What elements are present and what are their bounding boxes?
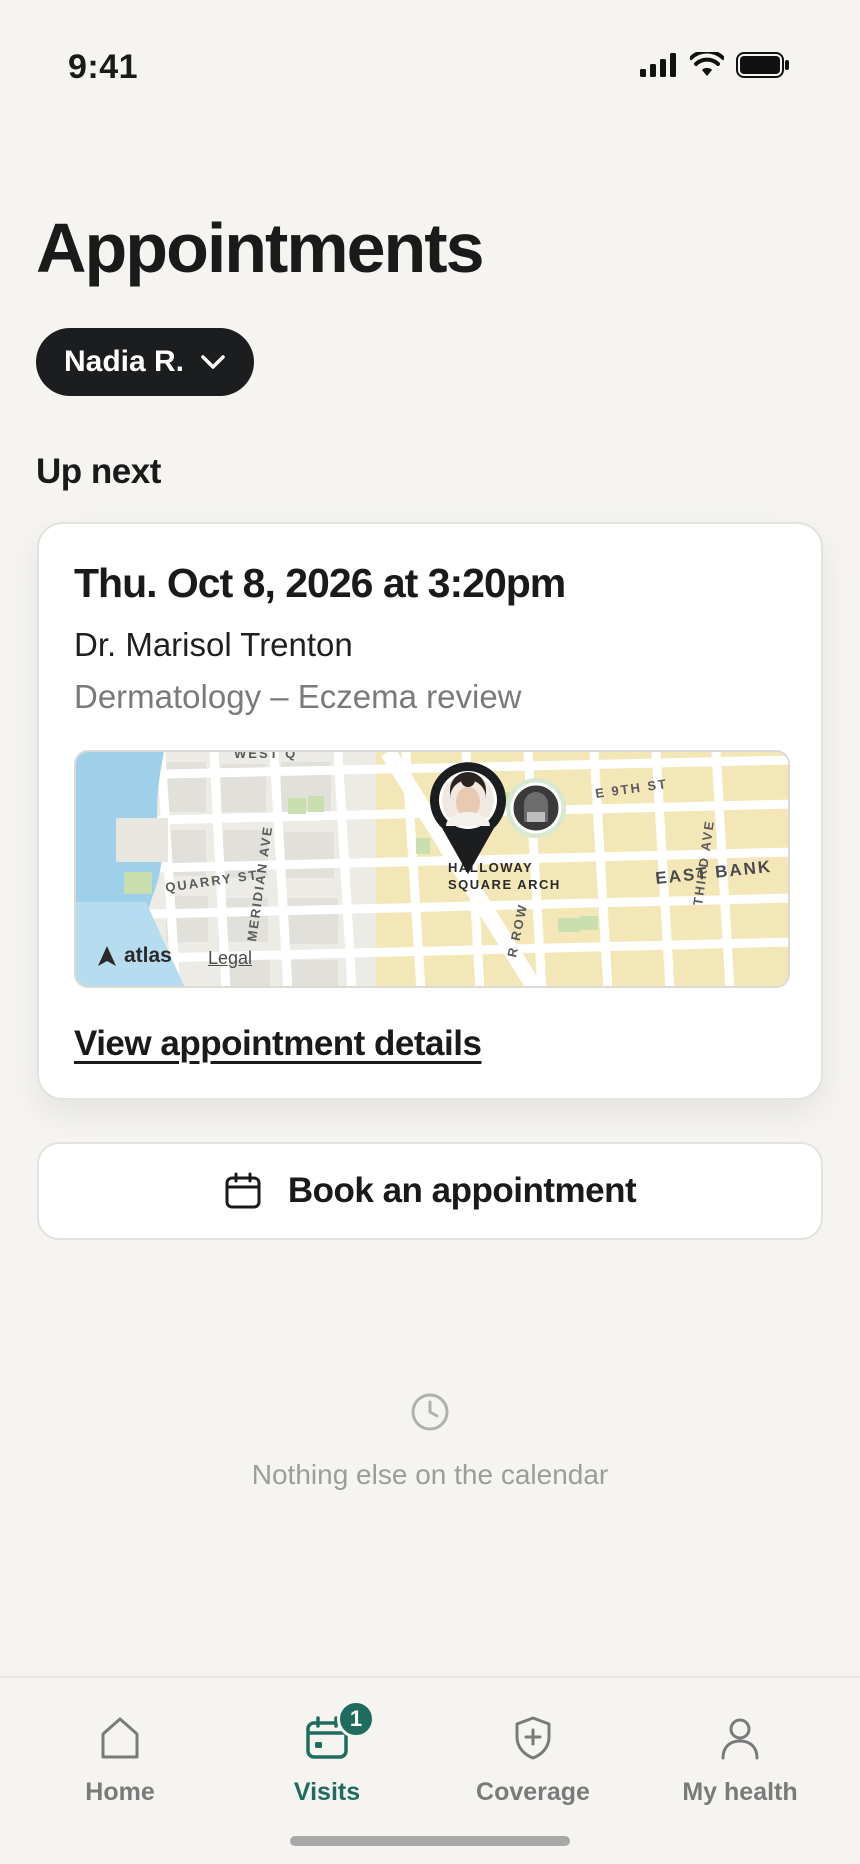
chevron-down-icon (201, 355, 225, 369)
map-provider-logo: atlas (124, 944, 172, 967)
appointment-specialty: Dermatology – Eczema review (74, 678, 522, 715)
atlas-logo-icon (98, 946, 116, 966)
book-appointment-label: Book an appointment (287, 1171, 637, 1210)
map-legal-link[interactable]: Legal (208, 948, 252, 969)
up-next-heading: Up next (36, 452, 161, 491)
appointment-date-time: Thu. Oct 8, 2026 at 3:20pm (74, 560, 566, 606)
appointment-map[interactable]: WEST Q E 9TH ST QUARRY ST MERIDIAN AVE R… (74, 750, 790, 988)
battery-icon (736, 52, 789, 78)
map-canvas: WEST Q E 9TH ST QUARRY ST MERIDIAN AVE R… (76, 752, 788, 986)
tab-my-health-label: My health (682, 1778, 798, 1806)
tab-my-health[interactable]: My health (660, 1708, 820, 1807)
empty-state: Nothing else on the calendar (0, 1392, 860, 1491)
home-icon (101, 1717, 139, 1759)
empty-state-text: Nothing else on the calendar (251, 1459, 609, 1490)
status-icons (640, 52, 790, 78)
map-attribution: atlas (96, 944, 172, 968)
profile-name: Nadia R. (63, 345, 185, 378)
view-appointment-details-link[interactable]: View appointment details (74, 1024, 482, 1064)
tab-visits[interactable]: 1 Visits (247, 1700, 407, 1807)
map-label-west: WEST Q (234, 752, 297, 761)
map-label-halloway: HALLOWAY (448, 860, 533, 875)
status-bar: 9:41 (0, 0, 860, 140)
shield-icon (515, 1716, 551, 1760)
tab-home-label: Home (85, 1778, 155, 1806)
map-label-square-arch: SQUARE ARCH (448, 877, 561, 892)
book-appointment-button[interactable]: Book an appointment (37, 1142, 823, 1240)
tab-coverage-label: Coverage (476, 1778, 590, 1806)
tab-home[interactable]: Home (40, 1708, 200, 1807)
calendar-icon (225, 1172, 261, 1209)
clock-icon (411, 1393, 449, 1431)
visits-badge: 1 (337, 1700, 375, 1738)
secondary-location-marker[interactable] (506, 778, 566, 838)
tab-visits-label: Visits (293, 1778, 361, 1806)
person-icon (721, 1718, 759, 1760)
tab-coverage[interactable]: Coverage (453, 1708, 613, 1807)
status-time: 9:41 (68, 48, 139, 86)
wifi-icon (690, 52, 724, 76)
appointment-doctor: Dr. Marisol Trenton (74, 626, 353, 663)
appointment-card[interactable]: Thu. Oct 8, 2026 at 3:20pm Dr. Marisol T… (37, 522, 823, 1100)
page-title: Appointments (36, 209, 485, 287)
cellular-signal-icon (640, 53, 676, 77)
profile-selector-button[interactable]: Nadia R. (36, 328, 254, 396)
home-indicator (290, 1836, 570, 1846)
